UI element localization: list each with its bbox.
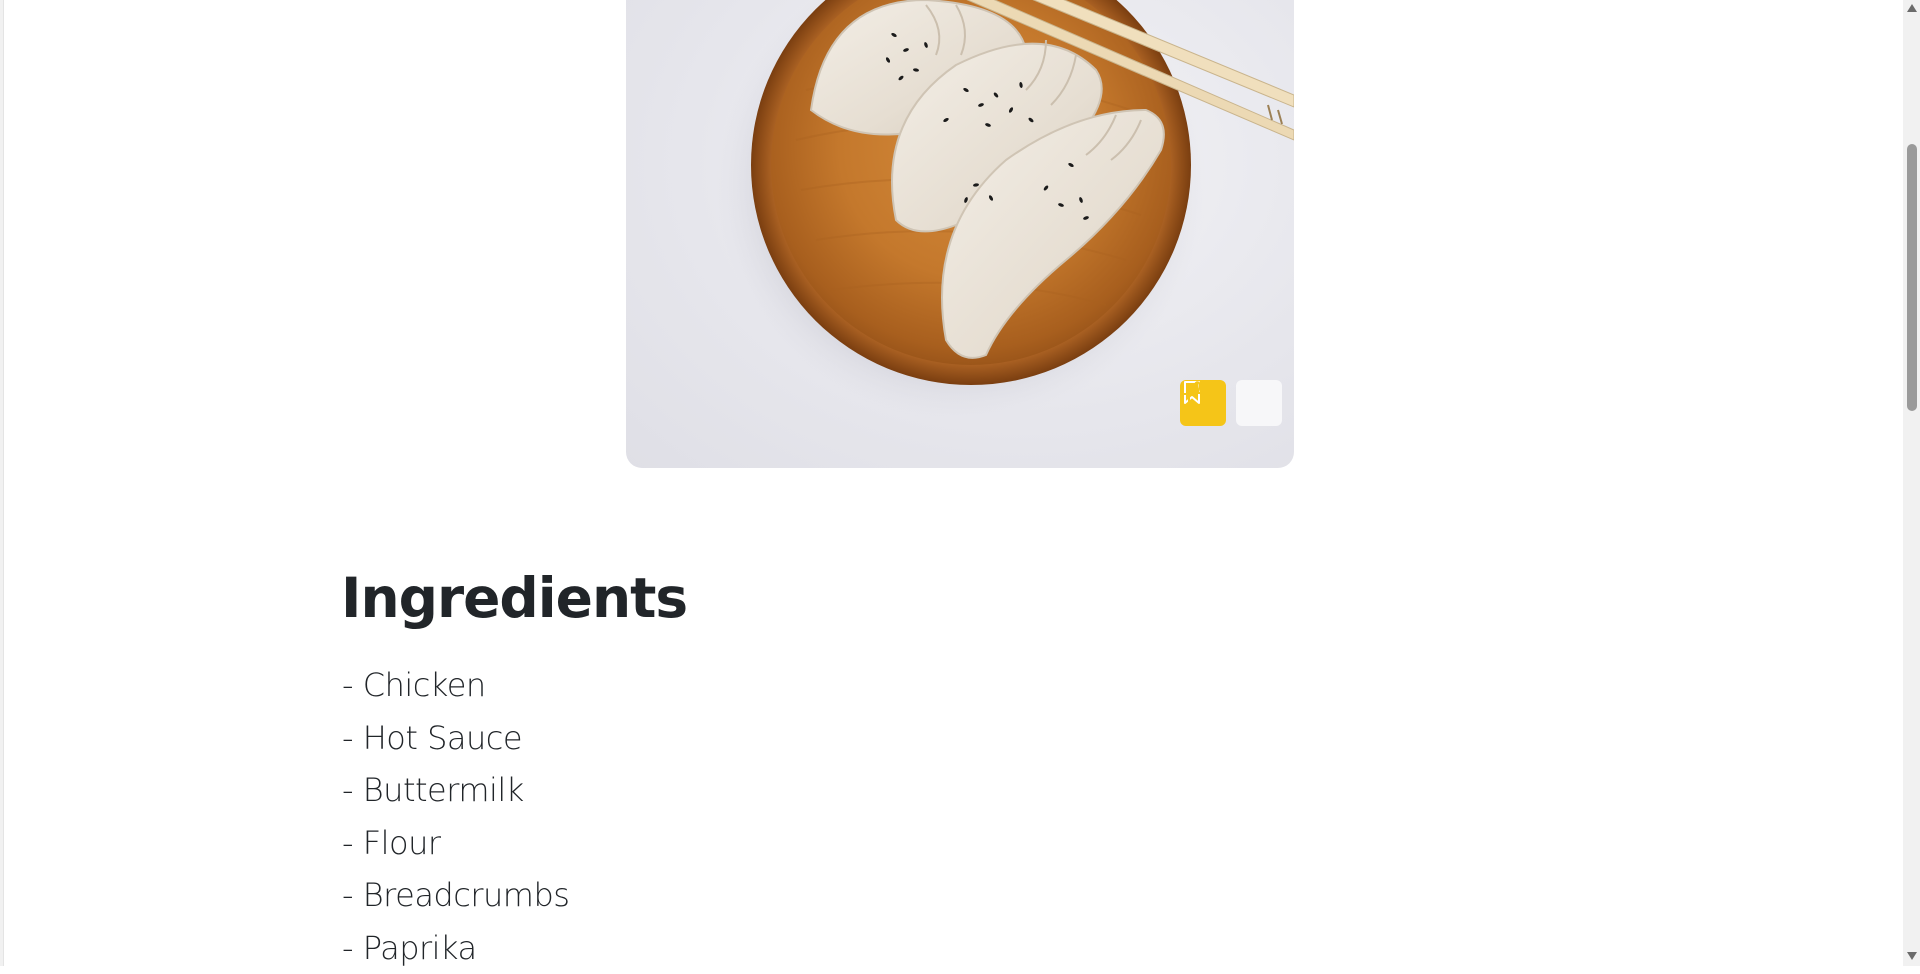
scroll-down-arrow[interactable]	[1907, 952, 1917, 960]
like-button[interactable]	[1236, 380, 1282, 426]
list-item: - Hot Sauce	[342, 712, 569, 765]
list-item: - Breadcrumbs	[342, 869, 569, 922]
vertical-scrollbar[interactable]	[1903, 0, 1920, 966]
window-left-edge	[0, 0, 4, 966]
list-item: - Chicken	[342, 659, 569, 712]
ingredients-list: - Chicken - Hot Sauce - Buttermilk - Flo…	[342, 659, 569, 974]
ingredients-heading: Ingredients	[341, 566, 687, 630]
scrollbar-thumb[interactable]	[1907, 144, 1917, 411]
list-item: - Buttermilk	[342, 764, 569, 817]
hero-actions	[1180, 380, 1282, 426]
scroll-up-arrow[interactable]	[1907, 4, 1917, 12]
list-item: - Paprika	[342, 922, 569, 974]
recipe-hero-image	[626, 0, 1294, 468]
list-item: - Flour	[342, 817, 569, 870]
